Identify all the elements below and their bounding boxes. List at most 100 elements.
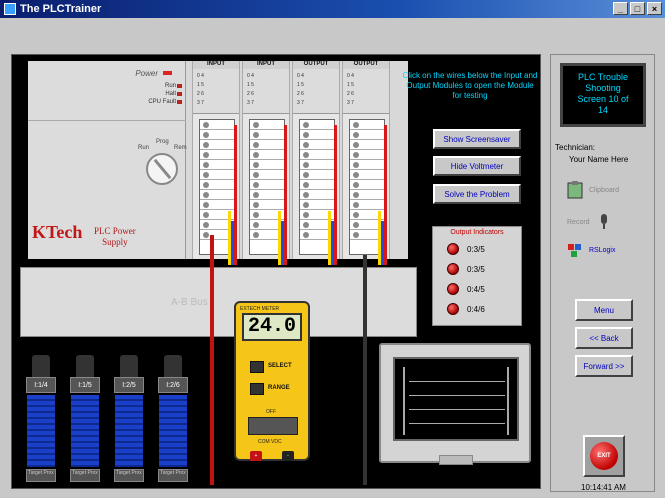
technician-name: Your Name Here <box>569 155 629 164</box>
title-bar: The PLCTrainer _ □ × <box>0 0 665 18</box>
wire-blue[interactable] <box>281 221 284 265</box>
output-indicators-panel: Output Indicators 0:3/5 0:3/5 0:4/5 0:4/… <box>432 226 522 326</box>
module-led-row: 3 7 <box>347 100 354 106</box>
cpu-fault-label: CPU Fault <box>148 99 176 105</box>
red-probe-lead[interactable] <box>210 235 214 485</box>
wire-blue[interactable] <box>381 221 384 265</box>
mode-key-switch[interactable] <box>146 153 178 185</box>
prox-sensor-3[interactable]: I:2/5 Target Prox <box>112 355 146 483</box>
record-tool[interactable]: Record <box>567 213 612 231</box>
minimize-button[interactable]: _ <box>613 2 628 15</box>
forward-button[interactable]: Forward >> <box>575 355 633 377</box>
wire-blue[interactable] <box>331 221 334 265</box>
screen-title-box: PLC Trouble Shooting Screen 10 of 14 <box>560 63 646 127</box>
select-button[interactable] <box>250 361 264 373</box>
module-led-row: 0 4 <box>297 73 304 79</box>
module-led-row: 3 7 <box>297 100 304 106</box>
module-led-row: 0 4 <box>247 73 254 79</box>
rslogix-label: RSLogix <box>589 246 616 254</box>
prox-sensor-2[interactable]: I:1/5 Target Prox <box>68 355 102 483</box>
module-leds: 0 4 1 5 2 6 3 7 <box>293 69 339 114</box>
indicator-label: 0:3/5 <box>467 264 485 274</box>
module-leds: 0 4 1 5 2 6 3 7 <box>243 69 289 114</box>
rslogix-tool[interactable]: RSLogix <box>567 241 615 259</box>
wire-red[interactable] <box>284 125 287 265</box>
module-led-row: 2 6 <box>297 91 304 97</box>
back-button[interactable]: << Back <box>575 327 633 349</box>
wire-red[interactable] <box>384 125 387 265</box>
power-supply-name-line1: PLC Power <box>94 226 136 236</box>
backplane-bus: A-B Bus <box>20 267 417 337</box>
module-label: INPUT <box>243 61 289 69</box>
black-probe-lead[interactable] <box>363 255 367 485</box>
module-led-row: 2 6 <box>247 91 254 97</box>
plc-rack: Power Run Halt CPU Fault Run Prog Rem KT… <box>28 61 408 265</box>
rslogix-icon <box>568 244 581 257</box>
multimeter[interactable]: EXTECH METER 24.0 SELECT RANGE OFF COM V… <box>234 301 310 461</box>
knob-run-label: Run <box>138 145 150 151</box>
screen-title-line4: 14 <box>597 105 608 115</box>
module-led-row: 2 6 <box>197 91 204 97</box>
side-panel: PLC Trouble Shooting Screen 10 of 14 Tec… <box>550 54 655 492</box>
cpu-fault-led <box>177 100 182 104</box>
exit-button[interactable]: EXIT <box>583 435 625 477</box>
module-label: OUTPUT <box>343 61 389 69</box>
instructions-text: Click on the wires below the Input and O… <box>402 71 538 100</box>
ladder-monitor[interactable] <box>379 343 531 465</box>
solve-problem-button[interactable]: Solve the Problem <box>433 184 521 204</box>
show-screensaver-button[interactable]: Show Screensaver <box>433 129 521 149</box>
module-led-row: 0 4 <box>197 73 204 79</box>
module-led-row: 3 7 <box>247 100 254 106</box>
output-indicator: 0:3/5 <box>447 243 485 255</box>
screen-title-line1: PLC Trouble <box>577 72 629 82</box>
wire-red[interactable] <box>234 125 237 265</box>
right-rail <box>507 367 509 435</box>
indicator-led <box>447 263 459 275</box>
record-label: Record <box>567 218 590 226</box>
left-rail <box>403 367 405 435</box>
indicator-label: 0:4/6 <box>467 304 485 314</box>
hide-voltmeter-button[interactable]: Hide Voltmeter <box>433 156 521 176</box>
sensor-base-label: Target Prox <box>114 469 144 482</box>
halt-led <box>177 92 182 96</box>
clipboard-icon <box>567 181 583 199</box>
range-button[interactable] <box>250 383 264 395</box>
prox-sensor-4[interactable]: I:2/6 Target Prox <box>156 355 190 483</box>
run-led <box>177 84 182 88</box>
close-button[interactable]: × <box>647 2 662 15</box>
knob-prog-label: Prog <box>156 139 169 145</box>
exit-label: EXIT <box>590 442 618 470</box>
menu-button[interactable]: Menu <box>575 299 633 321</box>
clipboard-tool[interactable]: Clipboard <box>567 181 619 199</box>
module-led-row: 1 5 <box>197 82 204 88</box>
wire-blue[interactable] <box>231 221 234 265</box>
prox-sensor-1[interactable]: I:1/4 Target Prox <box>24 355 58 483</box>
module-leds: 0 4 1 5 2 6 3 7 <box>343 69 389 114</box>
power-supply-name: PLC Power Supply <box>94 226 136 248</box>
power-supply-panel: Power Run Halt CPU Fault Run Prog Rem KT… <box>28 61 187 259</box>
microphone-icon <box>600 214 607 229</box>
module-label: INPUT <box>193 61 239 69</box>
black-jack: - <box>282 451 294 461</box>
output-indicators-title: Output Indicators <box>450 229 504 236</box>
output-indicator: 0:4/5 <box>447 283 485 295</box>
knob-rem-label: Rem <box>174 145 187 151</box>
ladder-rung <box>409 409 505 410</box>
meter-dial[interactable] <box>248 417 298 435</box>
indicator-led <box>447 303 459 315</box>
monitor-stand <box>439 455 473 465</box>
off-label: OFF <box>266 409 276 415</box>
module-led-row: 2 6 <box>347 91 354 97</box>
clipboard-label: Clipboard <box>589 186 619 194</box>
screen-title-line2: Shooting <box>585 83 621 93</box>
wire-red[interactable] <box>334 125 337 265</box>
ladder-screen <box>393 357 519 441</box>
ladder-rung <box>409 423 505 424</box>
halt-label: Halt <box>165 91 176 97</box>
module-leds: 0 4 1 5 2 6 3 7 <box>193 69 239 114</box>
module-led-row: 3 7 <box>197 100 204 106</box>
power-led <box>163 71 172 75</box>
select-label: SELECT <box>268 363 292 369</box>
client-area: Power Run Halt CPU Fault Run Prog Rem KT… <box>0 18 665 498</box>
maximize-button[interactable]: □ <box>630 2 645 15</box>
